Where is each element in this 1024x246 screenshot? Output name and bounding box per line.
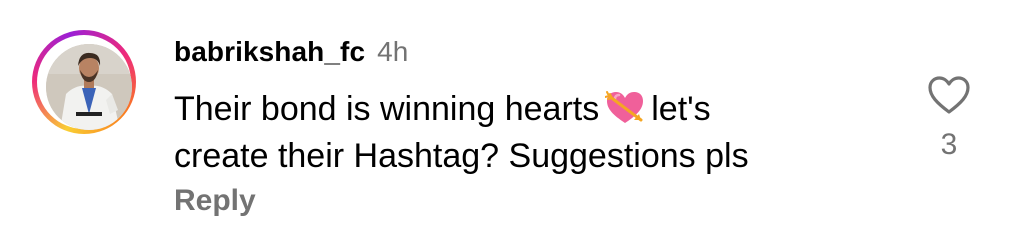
comment-meta: babrikshah_fc 4h	[174, 36, 408, 72]
username[interactable]: babrikshah_fc	[174, 36, 365, 68]
avatar[interactable]	[46, 44, 132, 130]
avatar-photo	[46, 44, 132, 130]
comment-text-part1: Their bond is winning hearts	[174, 90, 600, 128]
heart-outline-icon	[928, 76, 970, 114]
comment-text-part2: let's	[651, 90, 711, 128]
story-ring[interactable]	[32, 30, 136, 134]
like-button[interactable]	[926, 74, 972, 116]
comment-row: babrikshah_fc 4h Their bond is winning h…	[0, 0, 1024, 246]
like-count: 3	[940, 128, 958, 161]
reply-button[interactable]: Reply	[174, 184, 256, 218]
comment-text-line2: create their Hashtag? Suggestions pls	[174, 137, 749, 175]
timestamp: 4h	[377, 36, 409, 67]
heart-with-arrow-icon	[604, 90, 645, 126]
comment-text: Their bond is winning hearts let's create…	[174, 86, 874, 180]
